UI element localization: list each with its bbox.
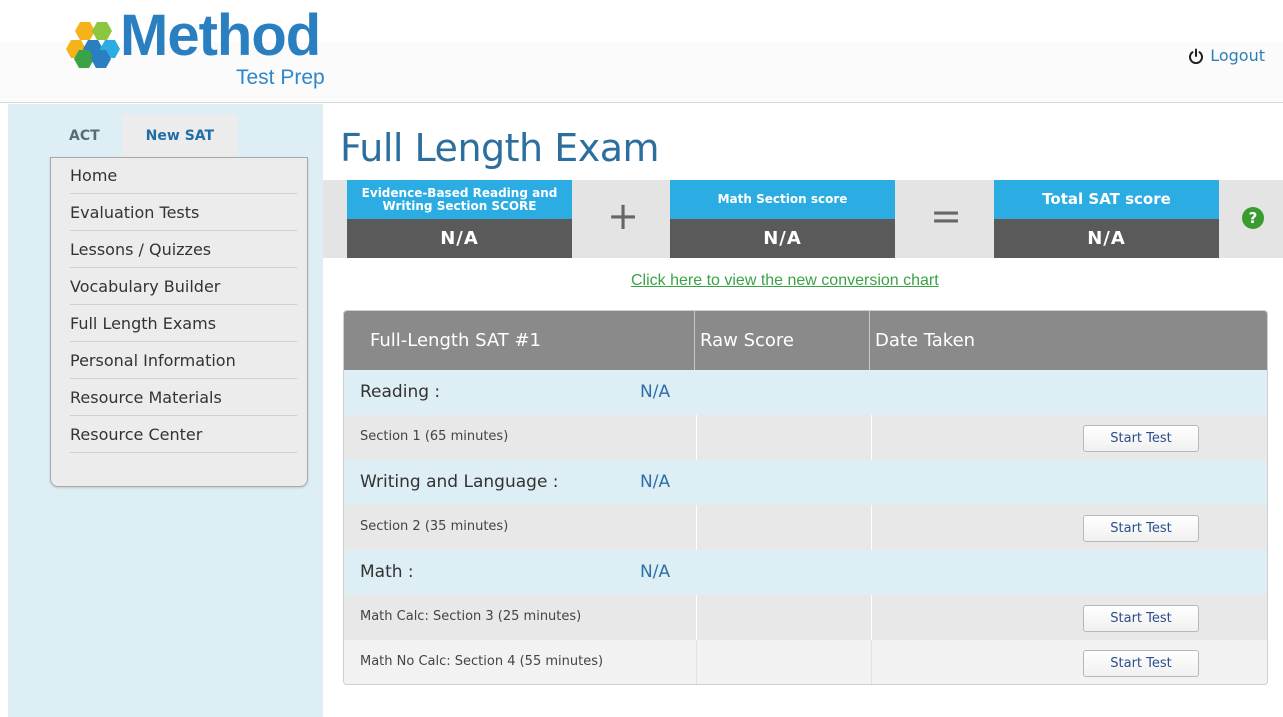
math-score-value: N/A — [670, 219, 895, 258]
cell-divider — [871, 505, 872, 550]
logo[interactable]: Method Test Prep — [66, 3, 336, 98]
table-row-section-math: Math : N/A — [344, 550, 1267, 595]
sidebar-item-personal-information[interactable]: Personal Information — [70, 342, 297, 379]
section-name: Writing and Language : — [360, 472, 559, 492]
cell-divider — [871, 640, 872, 684]
cell-divider — [696, 640, 697, 684]
cell-divider — [696, 505, 697, 550]
score-summary-bar: Evidence-Based Reading and Writing Secti… — [323, 180, 1283, 258]
subsection-name: Section 2 (35 minutes) — [360, 519, 509, 534]
table-row: Section 1 (65 minutes) Start Test — [344, 415, 1267, 460]
sidebar-item-resource-center[interactable]: Resource Center — [70, 416, 297, 453]
sidebar-item-vocabulary-builder[interactable]: Vocabulary Builder — [70, 268, 297, 305]
reading-score-value: N/A — [347, 219, 572, 258]
conversion-chart-link[interactable]: Click here to view the new conversion ch… — [631, 272, 939, 290]
section-score: N/A — [640, 382, 671, 402]
sidebar-item-full-length-exams[interactable]: Full Length Exams — [70, 305, 297, 342]
subsection-name: Math Calc: Section 3 (25 minutes) — [360, 609, 582, 624]
exam-tabs: ACT New SAT — [45, 114, 239, 158]
sidebar-item-lessons-quizzes[interactable]: Lessons / Quizzes — [70, 231, 297, 268]
equals-sign: = — [930, 194, 962, 238]
math-score-label: Math Section score — [670, 180, 895, 219]
tab-new-sat[interactable]: New SAT — [121, 114, 239, 158]
cell-divider — [871, 415, 872, 460]
table-row: Math No Calc: Section 4 (55 minutes) Sta… — [344, 640, 1267, 684]
section-name: Math : — [360, 562, 414, 582]
cell-divider — [871, 595, 872, 640]
cell-divider — [696, 415, 697, 460]
table-row: Math Calc: Section 3 (25 minutes) Start … — [344, 595, 1267, 640]
reading-score-box: Evidence-Based Reading and Writing Secti… — [347, 180, 572, 258]
start-test-button[interactable]: Start Test — [1083, 650, 1199, 677]
start-test-button[interactable]: Start Test — [1083, 515, 1199, 542]
table-row-section-reading: Reading : N/A — [344, 370, 1267, 415]
page-title: Full Length Exam — [340, 126, 660, 170]
math-score-box: Math Section score N/A — [670, 180, 895, 258]
subsection-name: Math No Calc: Section 4 (55 minutes) — [360, 654, 604, 669]
sidebar-nav: Home Evaluation Tests Lessons / Quizzes … — [50, 157, 308, 487]
logout-label: Logout — [1210, 46, 1265, 65]
section-score: N/A — [640, 472, 671, 492]
header: Method Test Prep Logout — [0, 0, 1283, 103]
start-test-button[interactable]: Start Test — [1083, 425, 1199, 452]
hexagon-cluster-icon — [66, 22, 120, 68]
table-row-section-writing: Writing and Language : N/A — [344, 460, 1267, 505]
sidebar-item-evaluation-tests[interactable]: Evaluation Tests — [70, 194, 297, 231]
power-icon — [1189, 48, 1204, 64]
column-header-test: Full-Length SAT #1 — [370, 330, 542, 351]
tab-act[interactable]: ACT — [45, 114, 122, 158]
help-icon[interactable]: ? — [1242, 207, 1264, 229]
logo-wordmark: Method — [120, 3, 321, 68]
plus-sign: + — [607, 194, 639, 238]
column-header-date-taken: Date Taken — [875, 330, 976, 351]
subsection-name: Section 1 (65 minutes) — [360, 429, 509, 444]
reading-score-label: Evidence-Based Reading and Writing Secti… — [347, 180, 572, 219]
section-score: N/A — [640, 562, 671, 582]
logo-subtitle: Test Prep — [236, 66, 325, 89]
section-name: Reading : — [360, 382, 441, 402]
exam-table: Full-Length SAT #1 Raw Score Date Taken … — [343, 310, 1268, 685]
sidebar-item-resource-materials[interactable]: Resource Materials — [70, 379, 297, 416]
total-score-box: Total SAT score N/A — [994, 180, 1219, 258]
logout-button[interactable]: Logout — [1188, 46, 1265, 65]
column-header-raw-score: Raw Score — [700, 330, 794, 351]
total-score-label: Total SAT score — [994, 180, 1219, 219]
sidebar-item-home[interactable]: Home — [70, 166, 297, 194]
total-score-value: N/A — [994, 219, 1219, 258]
table-header: Full-Length SAT #1 Raw Score Date Taken — [344, 311, 1267, 370]
table-row: Section 2 (35 minutes) Start Test — [344, 505, 1267, 550]
cell-divider — [696, 595, 697, 640]
start-test-button[interactable]: Start Test — [1083, 605, 1199, 632]
